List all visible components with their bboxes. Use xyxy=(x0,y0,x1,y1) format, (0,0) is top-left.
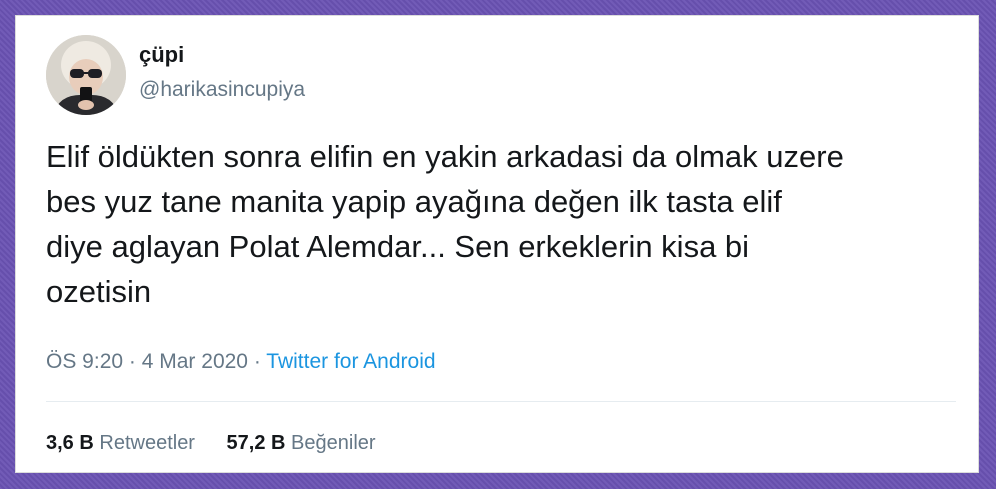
meta-separator: · xyxy=(128,350,136,373)
retweets-stat[interactable]: 3,6 B Retweetler xyxy=(46,430,195,456)
retweets-label: Retweetler xyxy=(99,432,195,454)
tweet-meta: ÖS 9:20 · 4 Mar 2020 · Twitter for Andro… xyxy=(46,349,436,375)
tweet-card: çüpi @harikasincupiya Elif öldükten sonr… xyxy=(15,15,979,473)
divider xyxy=(46,401,956,402)
likes-stat[interactable]: 57,2 B Beğeniler xyxy=(227,430,376,456)
tweet-text: Elif öldükten sonra elifin en yakin arka… xyxy=(46,139,844,309)
user-handle[interactable]: @harikasincupiya xyxy=(139,77,305,103)
likes-count: 57,2 B xyxy=(226,432,286,454)
avatar[interactable] xyxy=(46,35,126,115)
meta-separator: · xyxy=(253,350,261,373)
retweets-count: 3,6 B xyxy=(46,432,94,454)
tweet-date[interactable]: 4 Mar 2020 xyxy=(142,350,248,373)
avatar-image xyxy=(46,35,126,115)
tweet-stats: 3,6 B Retweetler 57,2 B Beğeniler xyxy=(46,430,402,456)
tweet-source-link[interactable]: Twitter for Android xyxy=(266,350,435,373)
tweet-time[interactable]: ÖS 9:20 xyxy=(46,350,123,373)
display-name[interactable]: çüpi xyxy=(139,42,184,68)
likes-label: Beğeniler xyxy=(291,432,376,454)
